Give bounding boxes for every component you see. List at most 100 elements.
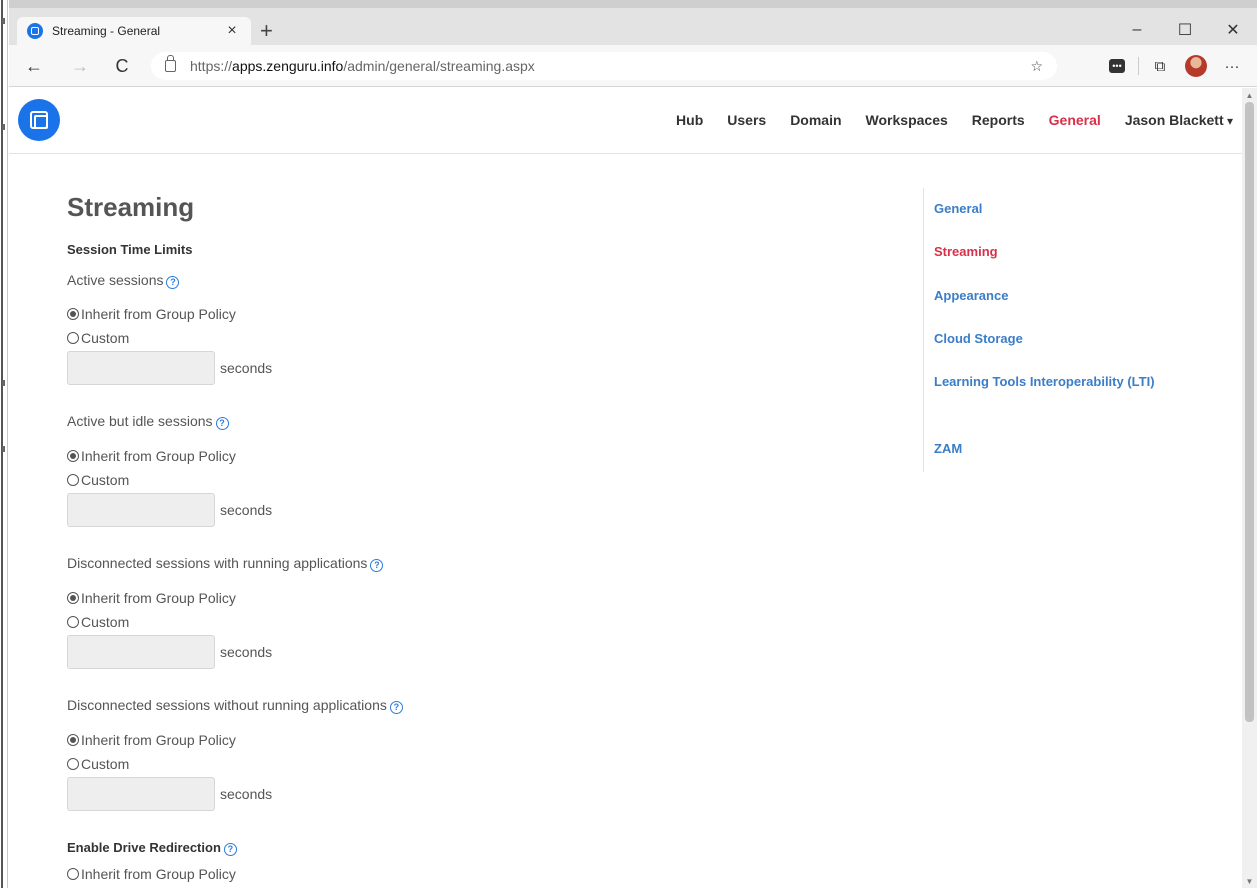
idle-sessions-seconds-input[interactable] — [67, 493, 215, 527]
url-scheme: https:// — [190, 58, 233, 74]
side-nav-appearance[interactable]: Appearance — [934, 283, 1164, 309]
active-sessions-label: Active sessions? — [67, 272, 180, 289]
toolbar-divider — [1138, 57, 1139, 75]
active-sessions-inherit-radio[interactable]: Inherit from Group Policy — [67, 306, 236, 322]
browser-toolbar: ← → C https://apps.zenguru.info/admin/ge… — [9, 45, 1257, 87]
field-label-text: Disconnected sessions without running ap… — [67, 697, 387, 713]
idle-sessions-seconds: seconds — [67, 493, 272, 527]
radio-icon[interactable] — [67, 758, 79, 770]
edge-bar — [1, 0, 3, 888]
user-menu[interactable]: Jason Blackett — [1125, 112, 1233, 128]
page-title: Streaming — [67, 192, 195, 222]
url-path: /admin/general/streaming.aspx — [343, 58, 535, 74]
radio-checked-icon[interactable] — [67, 450, 79, 462]
side-nav-cloud-storage[interactable]: Cloud Storage — [934, 326, 1164, 352]
help-icon[interactable]: ? — [223, 843, 237, 856]
idle-sessions-label: Active but idle sessions? — [67, 413, 229, 430]
radio-label: Inherit from Group Policy — [81, 866, 236, 882]
scroll-down-icon[interactable]: ▼ — [1242, 874, 1257, 888]
avatar — [1185, 55, 1207, 77]
side-nav-lti[interactable]: Learning Tools Interoperability (LTI) — [934, 369, 1164, 395]
radio-checked-icon[interactable] — [67, 734, 79, 746]
tab-title: Streaming - General — [52, 24, 161, 38]
seconds-label: seconds — [220, 644, 273, 660]
idle-sessions-inherit-radio[interactable]: Inherit from Group Policy — [67, 448, 236, 464]
app-logo[interactable] — [18, 99, 60, 141]
url-text[interactable]: https://apps.zenguru.info/admin/general/… — [190, 58, 535, 74]
browser-window: Streaming - General × + – ☐ ✕ ← → C http… — [9, 0, 1257, 888]
side-nav-general[interactable]: General — [934, 196, 1164, 222]
profile-button[interactable] — [1181, 53, 1211, 79]
disconnected-no-apps-seconds-input[interactable] — [67, 777, 215, 811]
tab-close-icon[interactable]: × — [223, 22, 241, 40]
nav-users[interactable]: Users — [727, 112, 766, 128]
help-icon[interactable]: ? — [166, 276, 180, 289]
radio-label: Custom — [81, 614, 130, 630]
nav-hub[interactable]: Hub — [676, 112, 703, 128]
radio-checked-icon[interactable] — [67, 308, 79, 320]
disconnected-running-custom-radio[interactable]: Custom — [67, 614, 129, 630]
favicon-icon — [27, 23, 43, 39]
extension-button[interactable]: ••• — [1102, 53, 1132, 79]
radio-icon[interactable] — [67, 868, 79, 880]
help-icon[interactable]: ? — [215, 417, 229, 430]
scroll-thumb[interactable] — [1245, 102, 1254, 722]
seconds-label: seconds — [220, 360, 273, 376]
radio-icon[interactable] — [67, 616, 79, 628]
active-sessions-seconds-input[interactable] — [67, 351, 215, 385]
nav-reports[interactable]: Reports — [972, 112, 1025, 128]
browser-tab[interactable]: Streaming - General × — [17, 17, 251, 45]
radio-label: Inherit from Group Policy — [81, 448, 236, 464]
disconnected-no-apps-inherit-radio[interactable]: Inherit from Group Policy — [67, 732, 236, 748]
back-button[interactable]: ← — [21, 53, 47, 79]
nav-domain[interactable]: Domain — [790, 112, 841, 128]
disconnected-running-inherit-radio[interactable]: Inherit from Group Policy — [67, 590, 236, 606]
extension-icon: ••• — [1109, 59, 1125, 73]
app-header: Hub Users Domain Workspaces Reports Gene… — [9, 88, 1242, 154]
page-scrollbar[interactable]: ▲ ▼ — [1242, 88, 1257, 888]
reload-button[interactable]: C — [109, 53, 135, 79]
lock-icon[interactable] — [165, 55, 176, 72]
forward-button[interactable]: → — [67, 53, 93, 79]
new-tab-icon[interactable]: + — [260, 20, 273, 42]
drive-redirection-label: Enable Drive Redirection? — [67, 840, 237, 856]
disconnected-running-seconds-input[interactable] — [67, 635, 215, 669]
radio-label: Inherit from Group Policy — [81, 306, 236, 322]
favorite-icon[interactable]: ☆ — [1030, 58, 1043, 75]
disconnected-no-apps-seconds: seconds — [67, 777, 272, 811]
address-bar[interactable]: https://apps.zenguru.info/admin/general/… — [151, 52, 1057, 80]
scroll-up-icon[interactable]: ▲ — [1242, 88, 1257, 102]
edge-mark — [2, 18, 5, 24]
field-label-text: Active but idle sessions — [67, 413, 213, 429]
toolbar-right: ••• ⧉ ··· — [1102, 53, 1247, 79]
help-icon[interactable]: ? — [370, 559, 384, 572]
idle-sessions-custom-radio[interactable]: Custom — [67, 472, 129, 488]
drive-redirection-text: Enable Drive Redirection — [67, 840, 221, 855]
radio-checked-icon[interactable] — [67, 592, 79, 604]
field-label-text: Active sessions — [67, 272, 164, 288]
more-menu-icon[interactable]: ··· — [1217, 53, 1247, 79]
maximize-button[interactable]: ☐ — [1161, 16, 1209, 44]
top-nav: Hub Users Domain Workspaces Reports Gene… — [652, 112, 1233, 128]
collections-icon[interactable]: ⧉ — [1145, 53, 1175, 79]
title-bar: Streaming - General × + – ☐ ✕ — [9, 0, 1257, 45]
side-nav-zam[interactable]: ZAM — [934, 436, 1164, 462]
disconnected-no-apps-custom-radio[interactable]: Custom — [67, 756, 129, 772]
close-window-button[interactable]: ✕ — [1209, 16, 1257, 44]
radio-icon[interactable] — [67, 332, 79, 344]
edge-mark — [2, 124, 5, 130]
seconds-label: seconds — [220, 786, 273, 802]
active-sessions-custom-radio[interactable]: Custom — [67, 330, 129, 346]
minimize-button[interactable]: – — [1113, 16, 1161, 44]
disconnected-running-seconds: seconds — [67, 635, 272, 669]
drive-redirection-inherit-radio[interactable]: Inherit from Group Policy — [67, 866, 236, 882]
radio-label: Custom — [81, 330, 130, 346]
help-icon[interactable]: ? — [389, 701, 403, 714]
nav-general[interactable]: General — [1049, 112, 1101, 128]
seconds-label: seconds — [220, 502, 273, 518]
field-label-text: Disconnected sessions with running appli… — [67, 555, 368, 571]
nav-workspaces[interactable]: Workspaces — [866, 112, 948, 128]
side-nav-streaming[interactable]: Streaming — [934, 239, 1164, 265]
radio-icon[interactable] — [67, 474, 79, 486]
disconnected-no-apps-label: Disconnected sessions without running ap… — [67, 697, 403, 714]
